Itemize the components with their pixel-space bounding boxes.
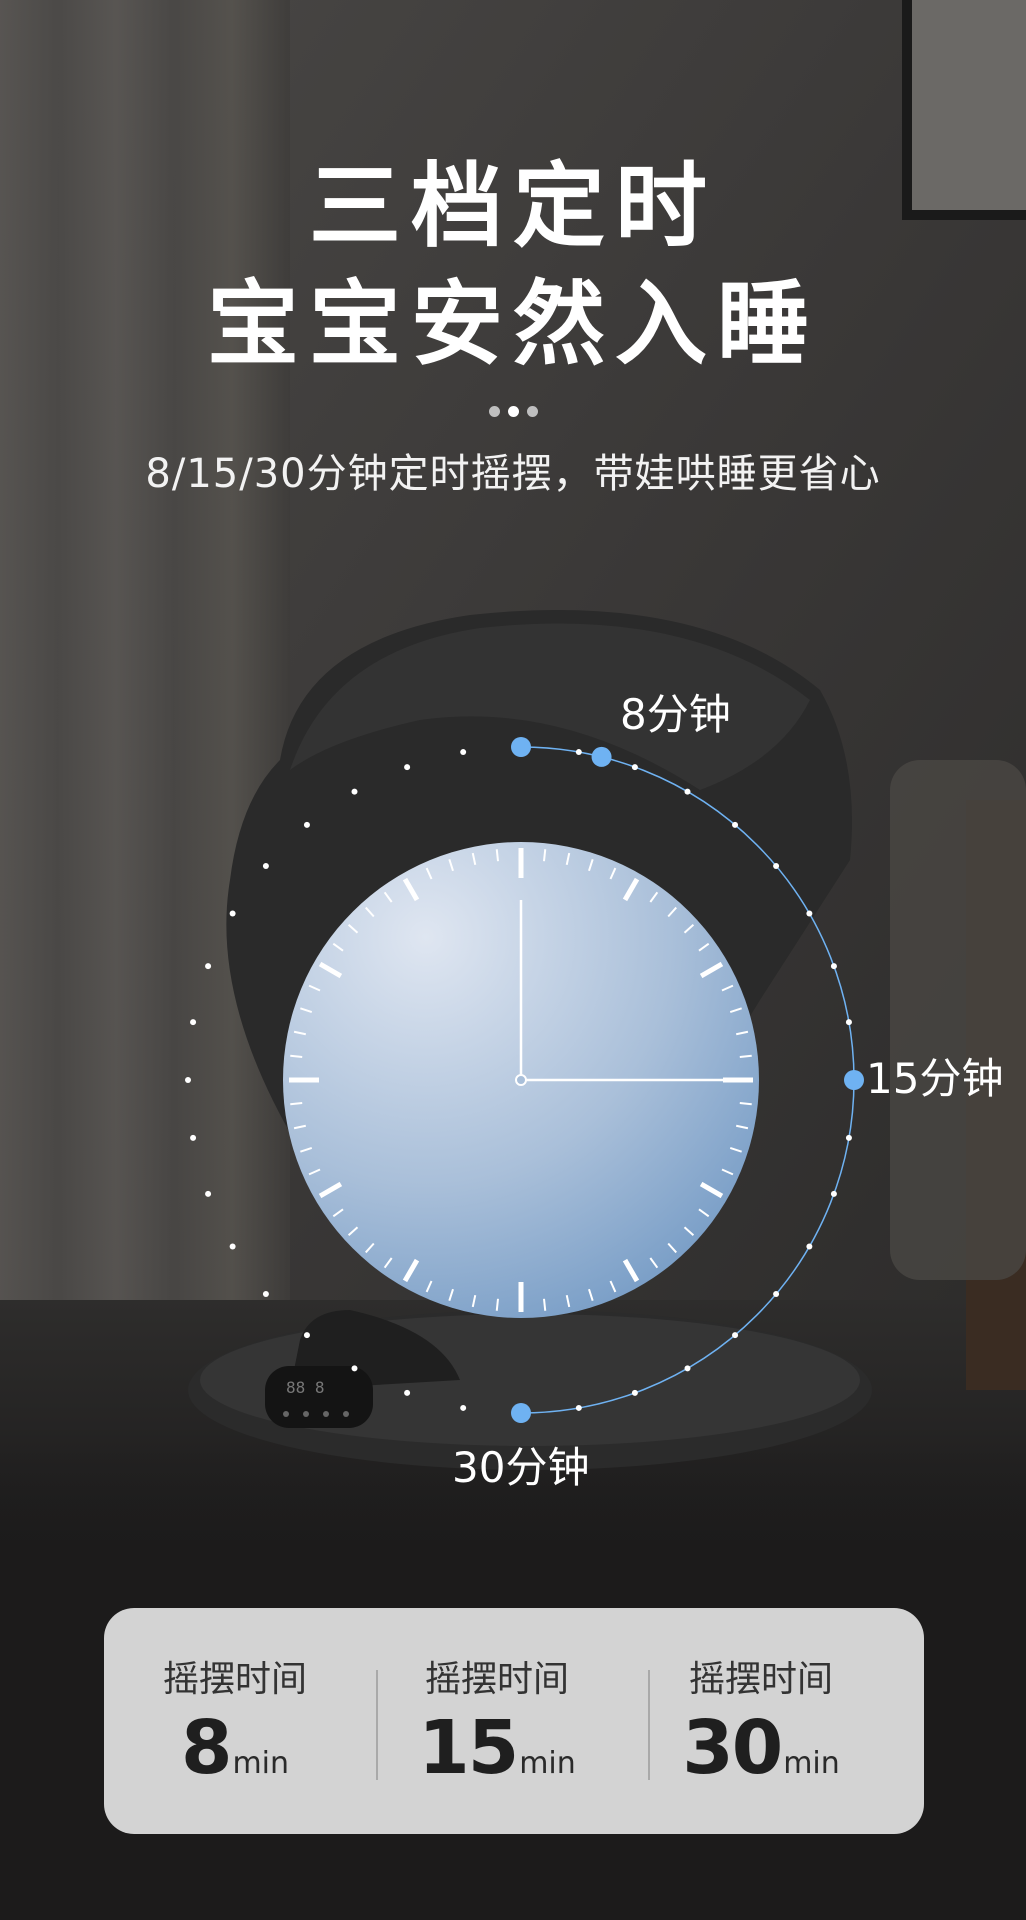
ring-dot — [229, 910, 236, 917]
page-title-line1: 三档定时 — [308, 153, 717, 260]
ring-dot — [190, 1019, 197, 1026]
swing-time-label: 摇摆时间 — [424, 1659, 569, 1700]
ring-dot — [404, 1389, 411, 1396]
swing-time-value: 15min — [418, 1705, 576, 1791]
clock-tick — [543, 1298, 547, 1311]
swing-time-8: 摇摆时间 8min — [104, 1608, 366, 1834]
clock-tick — [739, 1102, 752, 1106]
ring-dot — [460, 1404, 467, 1411]
ring-dot — [575, 1404, 582, 1411]
clock-tick — [290, 1102, 303, 1106]
clock-face — [283, 842, 759, 1318]
ring-dot — [229, 1243, 236, 1250]
ring-dot — [830, 1190, 837, 1197]
ring-dot — [351, 788, 358, 795]
ring-dot — [806, 1243, 813, 1250]
swing-time-value: 30min — [682, 1705, 840, 1791]
swing-time-label: 摇摆时间 — [688, 1659, 833, 1700]
ring-dot — [732, 821, 739, 828]
ring-dot — [262, 1291, 269, 1298]
swing-time-30: 摇摆时间 30min — [630, 1608, 892, 1834]
timer-label-30: 30分钟 — [452, 1443, 590, 1492]
timer-marker-8 — [591, 746, 612, 767]
swing-time-panel: 摇摆时间 8min 摇摆时间 15min 摇摆时间 30min — [104, 1608, 924, 1834]
page-subtitle: 8/15/30分钟定时摇摆，带娃哄睡更省心 — [145, 451, 881, 497]
timer-label-15: 15分钟 — [866, 1054, 1004, 1103]
ring-dot — [404, 764, 411, 771]
ring-dot — [205, 963, 212, 970]
ring-dot — [262, 862, 269, 869]
ring-dot — [732, 1332, 739, 1339]
timer-marker-30 — [511, 1403, 531, 1423]
ring-dot — [684, 788, 691, 795]
ring-dot — [575, 749, 582, 756]
ring-dot — [303, 821, 310, 828]
timer-label-8: 8分钟 — [620, 690, 731, 739]
clock-tick — [495, 1298, 499, 1311]
ring-dot — [684, 1365, 691, 1372]
ring-dot — [631, 1389, 638, 1396]
swing-time-15: 摇摆时间 15min — [366, 1608, 628, 1834]
ring-dot — [845, 1019, 852, 1026]
ring-dot — [631, 764, 638, 771]
ring-dot — [773, 1291, 780, 1298]
ring-dot — [773, 862, 780, 869]
clock-tick — [739, 1054, 752, 1058]
ring-dot — [806, 910, 813, 917]
clock-tick — [290, 1054, 303, 1058]
clock-tick — [495, 849, 499, 862]
timer-marker-start — [511, 737, 531, 757]
timer-marker-15 — [844, 1070, 864, 1090]
ring-dot — [460, 749, 467, 756]
ring-dot — [205, 1190, 212, 1197]
clock-tick — [543, 849, 547, 862]
svg-text:88 8: 88 8 — [286, 1378, 325, 1397]
ellipsis-divider — [0, 402, 1026, 421]
ring-dot — [303, 1332, 310, 1339]
page-title-line2: 宝宝安然入睡 — [206, 271, 819, 378]
ring-dot — [190, 1134, 197, 1141]
swing-time-label: 摇摆时间 — [162, 1659, 307, 1700]
ring-dot — [830, 963, 837, 970]
ring-dot — [351, 1365, 358, 1372]
swing-time-value: 8min — [180, 1705, 290, 1791]
ring-dot — [185, 1077, 191, 1083]
ring-dot — [845, 1134, 852, 1141]
